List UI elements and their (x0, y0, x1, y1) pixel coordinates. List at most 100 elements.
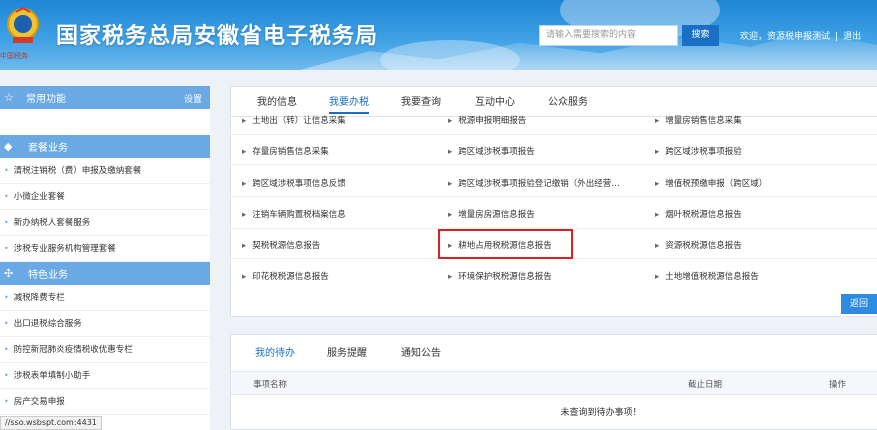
tax-item-label: 资源税税源信息报告 (665, 241, 742, 251)
tax-item-label: 存量房销售信息采集 (252, 147, 329, 157)
sidebar-item[interactable]: • 新办纳税人套餐服务 (0, 210, 210, 236)
todo-table-header: 事项名称 截止日期 操作 (231, 371, 877, 395)
col-item-name: 事项名称 (253, 380, 288, 390)
tax-item-label: 烟叶税税源信息报告 (665, 210, 742, 220)
bullet-icon: • (4, 397, 9, 406)
sidebar-item-label: 小微企业套餐 (13, 192, 65, 202)
tab-my-todo[interactable]: 我的待办 (255, 344, 295, 359)
status-bar-url: //sso.wsbspt.com:4431 (0, 416, 102, 430)
tab-public-service[interactable]: 公众服务 (548, 93, 588, 108)
tax-item-link[interactable]: ▸ 注销车辆购置税档案信息 (242, 208, 346, 220)
main-tabs: 我的信息 我要办税 我要查询 互动中心 公众服务 (231, 87, 877, 117)
tab-service-reminder[interactable]: 服务提醒 (327, 344, 367, 359)
tab-query[interactable]: 我要查询 (401, 93, 441, 108)
arrow-right-icon: ▸ (655, 210, 660, 220)
tax-item-link[interactable]: ▸ 资源税税源信息报告 (655, 239, 742, 251)
tax-emblem-icon (7, 6, 39, 43)
sidebar-item[interactable]: • 清税注销税（费）申报及缴纳套餐 (0, 158, 210, 184)
tax-item-label: 增量房房源信息报告 (458, 210, 535, 220)
tax-item-label: 印花税税源信息报告 (252, 272, 329, 282)
tax-item-link[interactable]: ▸ 土地增值税税源信息报告 (655, 270, 759, 282)
sidebar-item-label: 防控新冠肺炎疫情税收优惠专栏 (13, 345, 133, 355)
tax-item-link[interactable]: ▸ 增值税预缴申报（跨区域） (655, 177, 767, 189)
welcome-text: 欢迎，资源税申报测试 (740, 32, 831, 42)
sidebar-item-label: 房产交易申报 (13, 397, 65, 407)
sidebar-item-label: 涉税表单填制小助手 (13, 371, 91, 381)
tax-item-link[interactable]: ▸ 增量房房源信息报告 (448, 208, 535, 220)
sidebar-item[interactable]: • 涉税表单填制小助手 (0, 363, 210, 389)
tab-my-info[interactable]: 我的信息 (257, 93, 297, 108)
tab-interaction[interactable]: 互动中心 (475, 93, 515, 108)
empty-todo-message: 未查询到待办事项！ (560, 408, 642, 418)
highlight-box (438, 229, 573, 259)
col-deadline: 截止日期 (688, 380, 723, 390)
arrow-right-icon: ▸ (448, 179, 453, 189)
arrow-right-icon: ▸ (655, 272, 660, 282)
arrow-right-icon: ▸ (655, 147, 660, 157)
bullet-icon: • (4, 345, 9, 354)
search-input[interactable]: 请输入需要搜索的内容 (539, 25, 678, 46)
tax-item-link[interactable]: ▸ 烟叶税税源信息报告 (655, 208, 742, 220)
tax-item-link[interactable]: ▸ 跨区域涉税事项报验 (655, 145, 742, 157)
tax-item-link[interactable]: ▸ 税源申报明细报告 (448, 114, 526, 126)
sidebar-item[interactable]: • 出口退税综合服务 (0, 311, 210, 337)
arrow-right-icon: ▸ (242, 210, 247, 220)
search-button[interactable]: 搜索 (682, 25, 719, 46)
tax-item-link[interactable]: ▸ 跨区域涉税事项报告 (448, 145, 535, 157)
category-label: 套餐业务 (28, 143, 68, 154)
arrow-right-icon: ▸ (242, 116, 247, 126)
arrow-right-icon: ▸ (448, 147, 453, 157)
col-action: 操作 (829, 380, 847, 390)
arrow-right-icon: ▸ (448, 210, 453, 220)
bullet-icon: • (4, 293, 9, 302)
bullet-icon: • (4, 244, 9, 253)
tax-item-link[interactable]: ▸ 土地出（转）让信息采集 (242, 114, 346, 126)
user-welcome: 欢迎，资源税申报测试 | 退出 (740, 29, 861, 42)
sidebar-item[interactable]: • 房产交易申报 (0, 389, 210, 415)
sidebar-category-package[interactable]: ◆ 套餐业务 (0, 135, 210, 158)
tax-item-link[interactable]: ▸ 存量房销售信息采集 (242, 145, 329, 157)
sidebar-item[interactable]: • 减税降费专栏 (0, 285, 210, 311)
arrow-right-icon: ▸ (655, 241, 660, 251)
site-header: 中国税务 国家税务总局安徽省电子税务局 请输入需要搜索的内容 搜索 欢迎，资源税… (0, 0, 877, 70)
bullet-icon: • (4, 371, 9, 380)
tax-item-label: 注销车辆购置税档案信息 (252, 210, 346, 220)
sidebar-category-special[interactable]: ✣ 特色业务 (0, 262, 210, 285)
tab-notice[interactable]: 通知公告 (401, 344, 441, 359)
tax-item-label: 跨区域涉税事项信息反馈 (252, 179, 346, 189)
arrow-right-icon: ▸ (655, 116, 660, 126)
common-label: 常用功能 (26, 94, 66, 105)
tax-item-label: 跨区域涉税事项报验登记缴销（外出经营… (458, 179, 620, 189)
tab-tax-handling[interactable]: 我要办税 (329, 93, 369, 114)
tax-item-link[interactable]: ▸ 增量房销售信息采集 (655, 114, 742, 126)
sidebar-item-label: 新办纳税人套餐服务 (13, 218, 91, 228)
todo-panel: 我的待办 服务提醒 通知公告 事项名称 截止日期 操作 未查询到待办事项！ (230, 334, 877, 430)
row-divider (230, 134, 877, 135)
tax-item-label: 跨区域涉税事项报告 (458, 147, 535, 157)
tax-item-link[interactable]: ▸ 跨区域涉税事项信息反馈 (242, 177, 346, 189)
tax-item-label: 环境保护税税源信息报告 (458, 272, 552, 282)
sidebar-common-header[interactable]: ☆ 常用功能 设置 (0, 86, 210, 109)
arrow-right-icon: ▸ (242, 147, 247, 157)
settings-link[interactable]: 设置 (184, 92, 202, 105)
logout-link[interactable]: 退出 (843, 32, 861, 42)
common-empty-area (0, 109, 210, 135)
bullet-icon: • (4, 166, 9, 175)
back-button[interactable]: 返回 (841, 294, 877, 314)
tax-item-link[interactable]: ▸ 印花税税源信息报告 (242, 270, 329, 282)
tax-item-link[interactable]: ▸ 环境保护税税源信息报告 (448, 270, 552, 282)
tax-item-link[interactable]: ▸ 跨区域涉税事项报验登记缴销（外出经营… (448, 177, 620, 189)
sidebar-item-label: 出口退税综合服务 (13, 319, 82, 329)
separator: | (835, 32, 839, 42)
sidebar-item[interactable]: • 防控新冠肺炎疫情税收优惠专栏 (0, 337, 210, 363)
tax-item-label: 税源申报明细报告 (458, 116, 527, 126)
sidebar-item[interactable]: • 涉税专业服务机构管理套餐 (0, 236, 210, 262)
tax-item-link[interactable]: ▸ 契税税源信息报告 (242, 239, 320, 251)
sidebar-item-label: 涉税专业服务机构管理套餐 (13, 244, 116, 254)
arrow-right-icon: ▸ (242, 272, 247, 282)
tax-item-label: 增量房销售信息采集 (665, 116, 742, 126)
sidebar-item[interactable]: • 小微企业套餐 (0, 184, 210, 210)
tax-item-label: 增值税预缴申报（跨区域） (665, 179, 768, 189)
tax-item-label: 跨区域涉税事项报验 (665, 147, 742, 157)
category-label: 特色业务 (28, 270, 68, 281)
